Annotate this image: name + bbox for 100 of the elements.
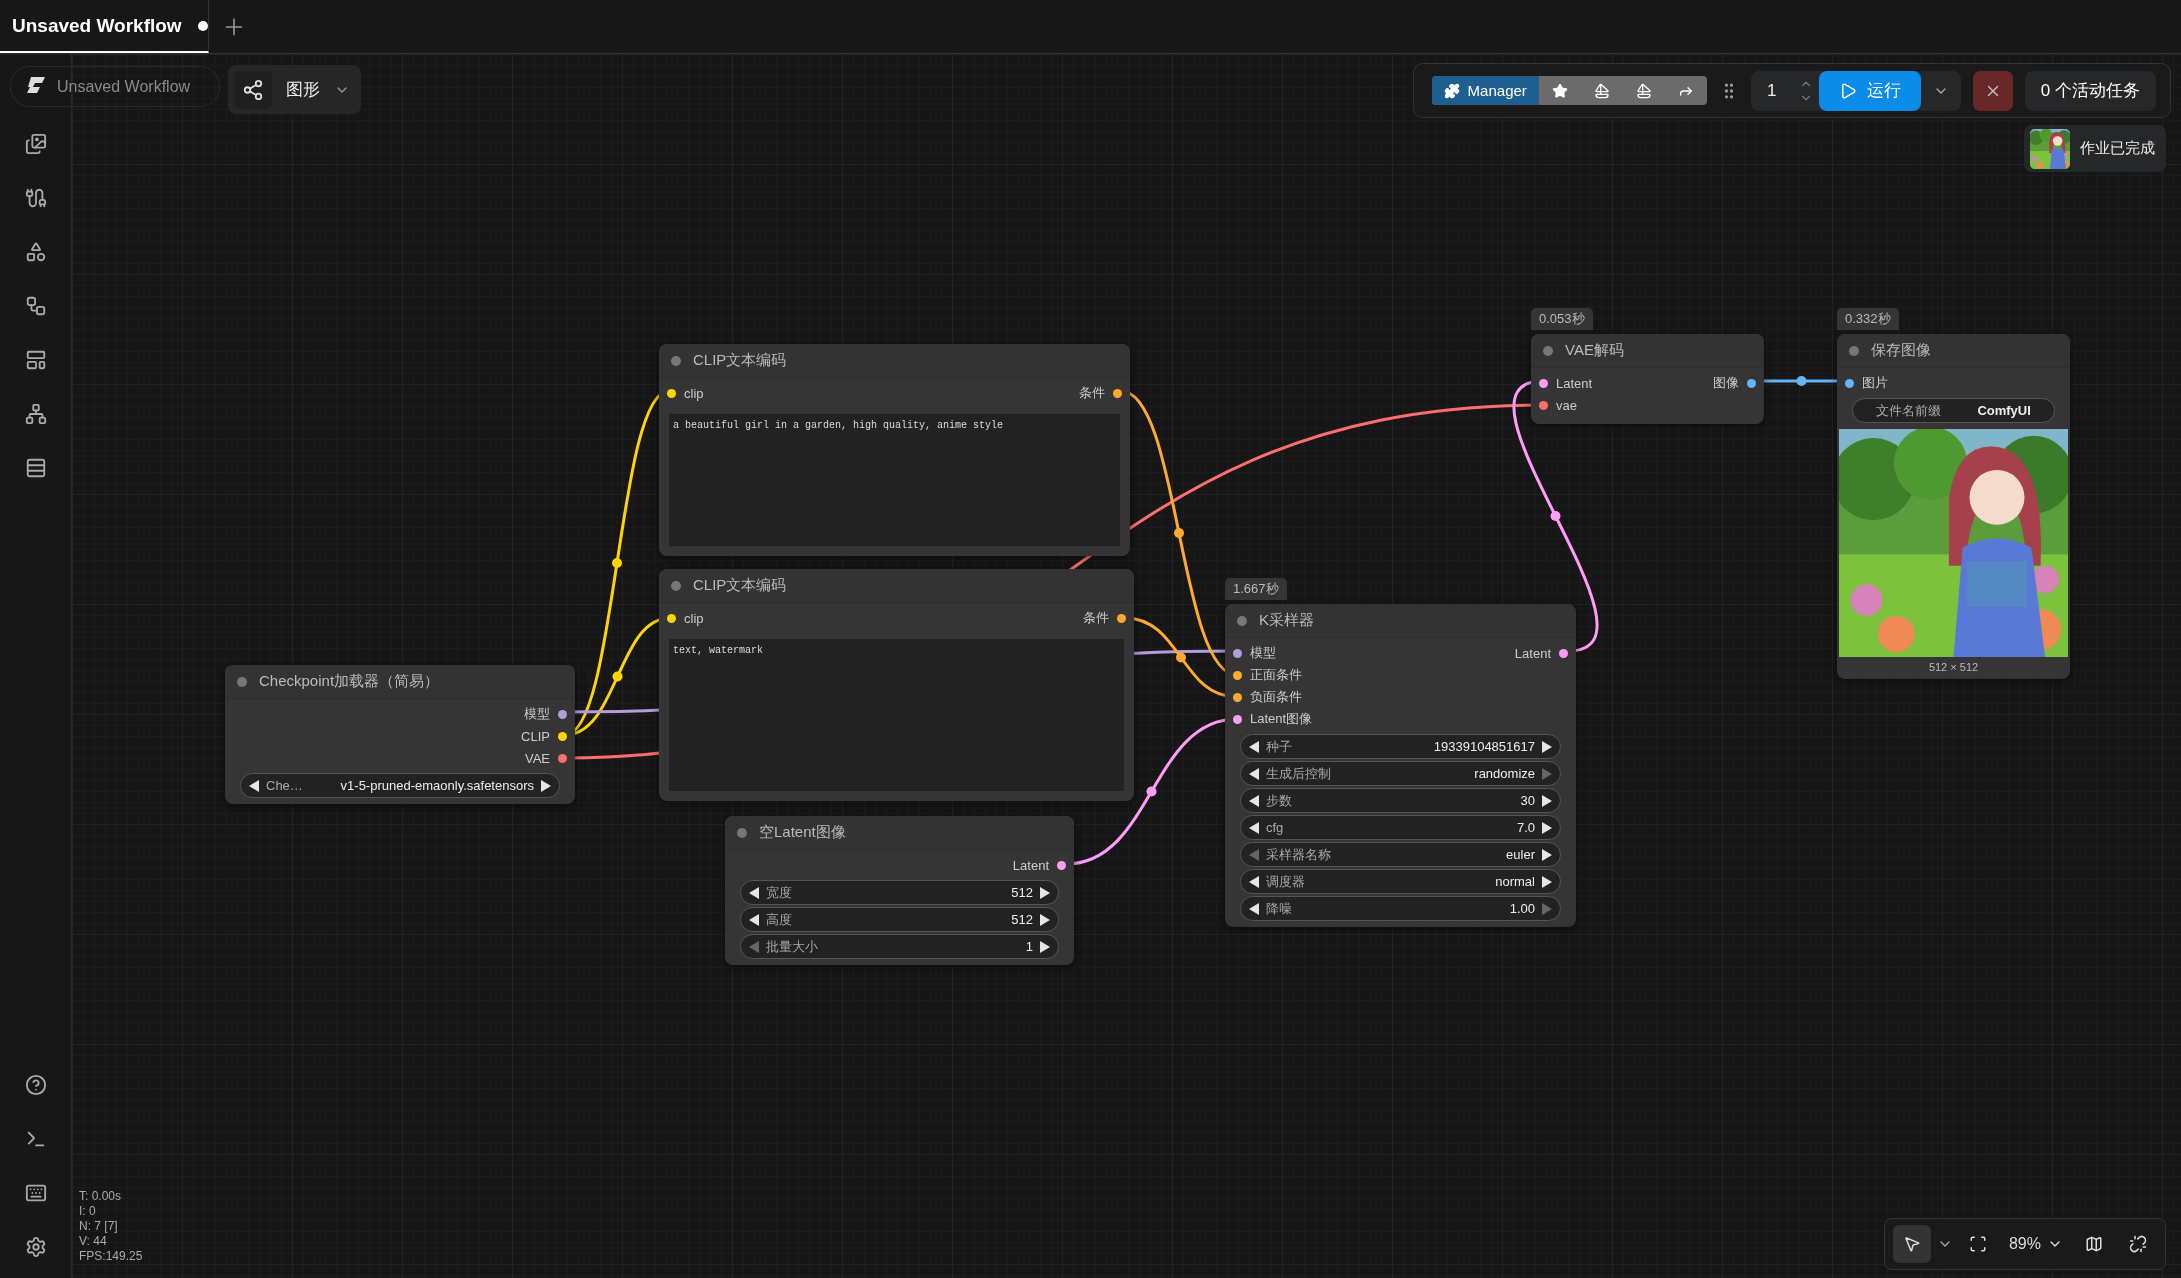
right-arrow-icon[interactable]: [1039, 913, 1050, 926]
stepper-field[interactable]: cfg 7.0: [1240, 815, 1561, 840]
slot-label: 图像: [1713, 374, 1739, 392]
left-arrow-icon[interactable]: [749, 886, 760, 899]
left-arrow-icon[interactable]: [749, 913, 760, 926]
slot-label: VAE: [524, 750, 550, 766]
keyboard-icon[interactable]: [24, 1182, 47, 1204]
left-arrow-icon[interactable]: [1249, 740, 1260, 753]
text-field[interactable]: 文件名前缀 ComfyUI: [1852, 398, 2055, 423]
graph-mode-button[interactable]: 图形: [228, 65, 361, 114]
stepper-field[interactable]: Che… v1-5-pruned-emaonly.safetensors: [240, 773, 560, 798]
manager-button[interactable]: Manager: [1431, 76, 1539, 105]
slot-label: 正面条件: [1250, 666, 1302, 684]
run-button[interactable]: 运行: [1818, 70, 1921, 111]
workflow-icon[interactable]: [24, 295, 47, 317]
slot-dot[interactable]: [667, 613, 676, 623]
puzzle-icon: [1443, 82, 1460, 99]
slot-dot[interactable]: [558, 753, 567, 763]
shapes-icon[interactable]: [24, 241, 47, 263]
slot-label: clip: [684, 385, 704, 401]
left-arrow-icon[interactable]: [1249, 875, 1260, 888]
cable-icon[interactable]: [24, 187, 47, 209]
slot-dot[interactable]: [1539, 378, 1548, 388]
slot-dot[interactable]: [1233, 670, 1242, 680]
slot-dot[interactable]: [1233, 648, 1242, 658]
right-arrow-icon[interactable]: [1541, 740, 1552, 753]
map-icon[interactable]: [2085, 1235, 2103, 1253]
prompt-field[interactable]: a beautiful girl in a garden, high quality, anime style: [669, 414, 1120, 546]
stepper-field[interactable]: 高度 512: [740, 907, 1059, 932]
right-arrow-icon[interactable]: [1039, 886, 1050, 899]
stat-line: FPS:149.25: [79, 1249, 143, 1264]
slot-dot[interactable]: [1539, 400, 1548, 410]
circle-icon[interactable]: [737, 827, 747, 838]
slot-dot[interactable]: [1117, 613, 1126, 623]
slot-dot[interactable]: [1747, 378, 1756, 388]
stepper-field[interactable]: 生成后控制 randomize: [1240, 761, 1561, 786]
circle-icon[interactable]: [671, 580, 681, 591]
stat-line: I: 0: [79, 1204, 97, 1219]
pointer-icon[interactable]: [1902, 1235, 1921, 1253]
prompt-field[interactable]: text, watermark: [669, 639, 1124, 791]
stepper-field[interactable]: 批量大小 1: [740, 934, 1059, 959]
images-icon[interactable]: [24, 133, 47, 155]
slot-label: 模型: [524, 705, 550, 723]
circle-icon[interactable]: [1237, 615, 1247, 626]
right-arrow-icon[interactable]: [1039, 940, 1050, 953]
slot-dot[interactable]: [1233, 692, 1242, 702]
circle-icon[interactable]: [1543, 345, 1553, 356]
stepper-field[interactable]: 种子 19339104851617: [1240, 734, 1561, 759]
stepper-field[interactable]: 宽度 512: [740, 880, 1059, 905]
sailboat-icon[interactable]: [1593, 82, 1610, 99]
stepper-field[interactable]: 调度器 normal: [1240, 869, 1561, 894]
right-arrow-icon[interactable]: [1541, 848, 1552, 861]
circle-icon[interactable]: [237, 676, 247, 687]
stepper-field[interactable]: 步数 30: [1240, 788, 1561, 813]
circle-icon[interactable]: [1849, 345, 1859, 356]
left-arrow-icon[interactable]: [1249, 767, 1260, 780]
scan-icon[interactable]: [1968, 1235, 1987, 1253]
slot-dot[interactable]: [558, 731, 567, 741]
slot-label: vae: [1556, 397, 1577, 413]
slot-dot[interactable]: [1113, 388, 1122, 398]
settings-icon[interactable]: [24, 1236, 47, 1258]
slot-dot[interactable]: [1233, 714, 1242, 724]
stat-line: T: 0.00s: [79, 1189, 123, 1204]
left-arrow-icon[interactable]: [1249, 902, 1260, 915]
right-arrow-icon[interactable]: [1541, 794, 1552, 807]
stat-line: V: 44: [79, 1234, 108, 1249]
slot-dot[interactable]: [1057, 860, 1066, 870]
left-arrow-icon[interactable]: [249, 779, 260, 792]
node-title: Checkpoint加载器（简易）: [259, 672, 440, 691]
right-arrow-icon[interactable]: [540, 779, 551, 792]
left-arrow-icon[interactable]: [1249, 794, 1260, 807]
help-icon[interactable]: [24, 1074, 47, 1096]
node-title: K采样器: [1259, 611, 1314, 630]
slot-dot[interactable]: [1559, 648, 1568, 658]
close-button[interactable]: [1972, 70, 2013, 111]
node-title: CLIP文本编码: [693, 351, 787, 370]
star-icon[interactable]: [1551, 82, 1568, 99]
left-arrow-icon[interactable]: [1249, 821, 1260, 834]
active-tasks-button[interactable]: 0 个活动任务: [2024, 70, 2156, 111]
slot-dot[interactable]: [558, 709, 567, 719]
unlink-icon[interactable]: [2129, 1235, 2147, 1253]
layout-icon[interactable]: [24, 349, 47, 371]
stepper-field[interactable]: 采样器名称 euler: [1240, 842, 1561, 867]
job-toast[interactable]: 作业已完成: [2024, 125, 2166, 172]
right-arrow-icon[interactable]: [1541, 875, 1552, 888]
slot-label: 模型: [1250, 644, 1276, 662]
slot-label: Latent图像: [1250, 710, 1313, 728]
pointer-tool-button[interactable]: [1892, 1225, 1931, 1263]
stat-line: N: 7 [7]: [79, 1219, 119, 1234]
slot-label: clip: [684, 610, 704, 626]
right-arrow-icon[interactable]: [1541, 821, 1552, 834]
stepper-field[interactable]: 降噪 1.00: [1240, 896, 1561, 921]
queue-count-field[interactable]: 1: [1750, 80, 1793, 101]
slot-dot[interactable]: [667, 388, 676, 398]
rows-icon[interactable]: [24, 457, 47, 479]
circle-icon[interactable]: [671, 355, 681, 366]
zoom-button[interactable]: 89%: [2002, 1225, 2069, 1263]
sailboat-icon[interactable]: [1635, 82, 1652, 99]
network-icon[interactable]: [24, 403, 47, 425]
slot-dot[interactable]: [1845, 378, 1854, 388]
